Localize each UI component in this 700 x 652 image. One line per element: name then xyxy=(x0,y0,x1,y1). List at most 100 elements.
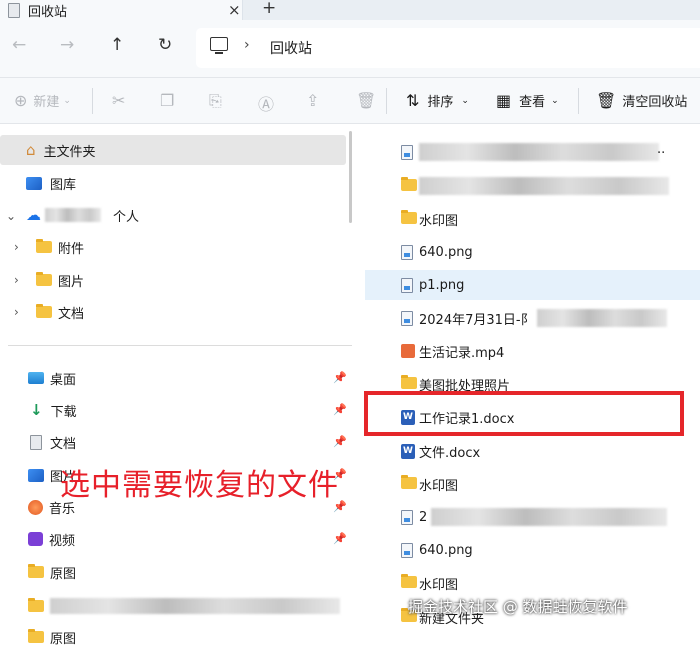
sidebar-item-label: 图片 xyxy=(58,274,85,290)
list-item[interactable]: W 文件.docx xyxy=(365,436,700,466)
png-file-icon xyxy=(401,510,413,525)
sidebar-item-label: 下载 xyxy=(50,404,77,420)
file-name: 生活记录.mp4 xyxy=(419,345,505,361)
sidebar-item-original-images-2[interactable]: 原图 xyxy=(0,622,340,652)
sidebar-item-label: 原图 xyxy=(50,566,77,582)
refresh-button[interactable]: ↻ xyxy=(158,35,172,55)
cloud-icon: ☁ xyxy=(26,206,41,224)
pin-icon[interactable]: 📌 xyxy=(333,532,347,545)
sidebar-scrollbar[interactable] xyxy=(349,131,352,223)
empty-recycle-bin-button[interactable]: 🗑 清空回收站 xyxy=(596,91,687,110)
view-label: 查看 xyxy=(519,95,546,110)
sidebar-item-label: 桌面 xyxy=(50,372,77,388)
sidebar-item-redacted[interactable] xyxy=(0,591,340,621)
sidebar-item-original-images[interactable]: 原图 xyxy=(0,557,340,587)
download-icon: ↓ xyxy=(30,401,43,419)
gallery-icon xyxy=(26,176,42,190)
computer-icon xyxy=(210,37,228,54)
file-name: 640.png xyxy=(419,244,473,260)
folder-icon xyxy=(401,475,417,489)
list-item[interactable]: 生活记录.mp4 xyxy=(365,336,700,366)
sort-button[interactable]: ⇅ 排序 ⌄ xyxy=(406,91,469,110)
list-item[interactable] xyxy=(365,171,700,201)
sidebar-item-onedrive[interactable]: ☁ 个人 xyxy=(0,200,340,230)
delete-icon[interactable]: 🗑 xyxy=(356,91,376,110)
png-file-icon xyxy=(401,543,413,558)
sidebar-item-label: 原图 xyxy=(50,631,77,647)
recycle-bin-icon xyxy=(8,2,20,18)
tab-recycle-bin[interactable]: 回收站 × xyxy=(0,0,243,20)
redacted-file-name xyxy=(419,177,669,195)
annotation-text: 选中需要恢复的文件 xyxy=(60,468,339,503)
pin-icon[interactable]: 📌 xyxy=(333,403,347,416)
desktop-icon xyxy=(28,372,44,384)
file-name: 水印图 xyxy=(419,213,459,229)
cut-icon[interactable]: ✂ xyxy=(112,91,125,110)
sidebar-item-label: 主文件夹 xyxy=(43,144,96,160)
new-tab-button[interactable]: + xyxy=(262,0,276,18)
tab-title: 回收站 xyxy=(28,4,68,20)
share-icon[interactable]: ⇪ xyxy=(306,91,319,110)
up-button[interactable]: ↑ xyxy=(110,35,124,55)
sidebar-item-videos[interactable]: 视频 xyxy=(0,524,340,554)
video-file-icon xyxy=(401,344,415,358)
folder-icon xyxy=(401,210,417,224)
sidebar-item-pictures[interactable]: 图片 xyxy=(0,265,340,295)
sidebar-item-gallery[interactable]: 图库 xyxy=(0,168,340,198)
sidebar-item-label: 图库 xyxy=(50,177,77,193)
forward-button[interactable]: → xyxy=(60,35,74,55)
breadcrumb-recycle-bin[interactable]: 回收站 xyxy=(270,38,312,58)
copy-icon[interactable]: ❐ xyxy=(160,91,174,110)
sidebar-item-desktop[interactable]: 桌面 xyxy=(0,363,340,393)
navigation-pane: ⌂ 主文件夹 图库 ⌄ ☁ 个人 › 附件 › 图片 › 文档 桌面 📌 ↓ 下… xyxy=(0,125,360,647)
music-icon xyxy=(28,499,43,515)
home-icon: ⌂ xyxy=(26,141,36,159)
png-file-icon xyxy=(401,145,413,160)
back-button[interactable]: ← xyxy=(12,35,26,55)
list-item[interactable]: p1.png xyxy=(365,270,700,300)
sidebar-item-downloads[interactable]: ↓ 下载 xyxy=(0,395,340,425)
sidebar-item-documents[interactable]: 文档 xyxy=(0,297,340,327)
folder-icon xyxy=(28,598,44,612)
list-item[interactable]: 水印图 xyxy=(365,204,700,234)
close-tab-icon[interactable]: × xyxy=(228,1,241,19)
list-item[interactable]: 640.png xyxy=(365,237,700,267)
folder-icon xyxy=(401,375,417,389)
ellipsis-text: .. xyxy=(657,142,666,157)
list-item[interactable]: 水印图 xyxy=(365,469,700,499)
pin-icon[interactable]: 📌 xyxy=(333,435,347,448)
redacted-folder-name xyxy=(50,598,340,614)
toolbar-divider xyxy=(386,88,387,114)
list-item[interactable]: 2 xyxy=(365,502,700,532)
sidebar-item-attachments[interactable]: 附件 xyxy=(0,232,340,262)
list-item[interactable]: .. xyxy=(365,137,700,167)
file-name: p1.png xyxy=(419,277,465,293)
list-item[interactable]: 水印图 xyxy=(365,568,700,598)
address-field[interactable]: › 回收站 xyxy=(196,28,700,68)
rename-icon[interactable]: Ⓐ xyxy=(258,91,274,115)
paste-icon[interactable]: ⎘ xyxy=(209,91,222,111)
sidebar-divider xyxy=(8,345,352,346)
chevron-right-icon: › xyxy=(244,37,250,53)
new-button[interactable]: ⊕ 新建 ⌄ xyxy=(14,91,71,110)
highlight-box xyxy=(364,391,684,436)
file-name: 640.png xyxy=(419,542,473,558)
sidebar-item-label: 文档 xyxy=(50,436,77,452)
sidebar-item-documents-quick[interactable]: 文档 xyxy=(0,427,340,457)
video-icon xyxy=(28,532,43,546)
sidebar-item-home[interactable]: ⌂ 主文件夹 xyxy=(0,135,346,165)
chevron-down-icon: ⌄ xyxy=(461,95,469,106)
redacted-account-name xyxy=(45,208,101,222)
folder-icon xyxy=(36,272,52,286)
folder-icon xyxy=(36,239,52,253)
word-file-icon: W xyxy=(401,444,415,459)
empty-recycle-bin-label: 清空回收站 xyxy=(622,95,688,110)
sidebar-item-label: 视频 xyxy=(49,533,76,549)
view-button[interactable]: ▦ 查看 ⌄ xyxy=(496,91,559,110)
file-name: 2 xyxy=(419,509,428,525)
folder-icon xyxy=(28,564,44,578)
list-item[interactable]: 2024年7月31日-阝 xyxy=(365,303,700,333)
trash-icon: 🗑 xyxy=(596,91,617,110)
list-item[interactable]: 640.png xyxy=(365,535,700,565)
pin-icon[interactable]: 📌 xyxy=(333,371,347,384)
